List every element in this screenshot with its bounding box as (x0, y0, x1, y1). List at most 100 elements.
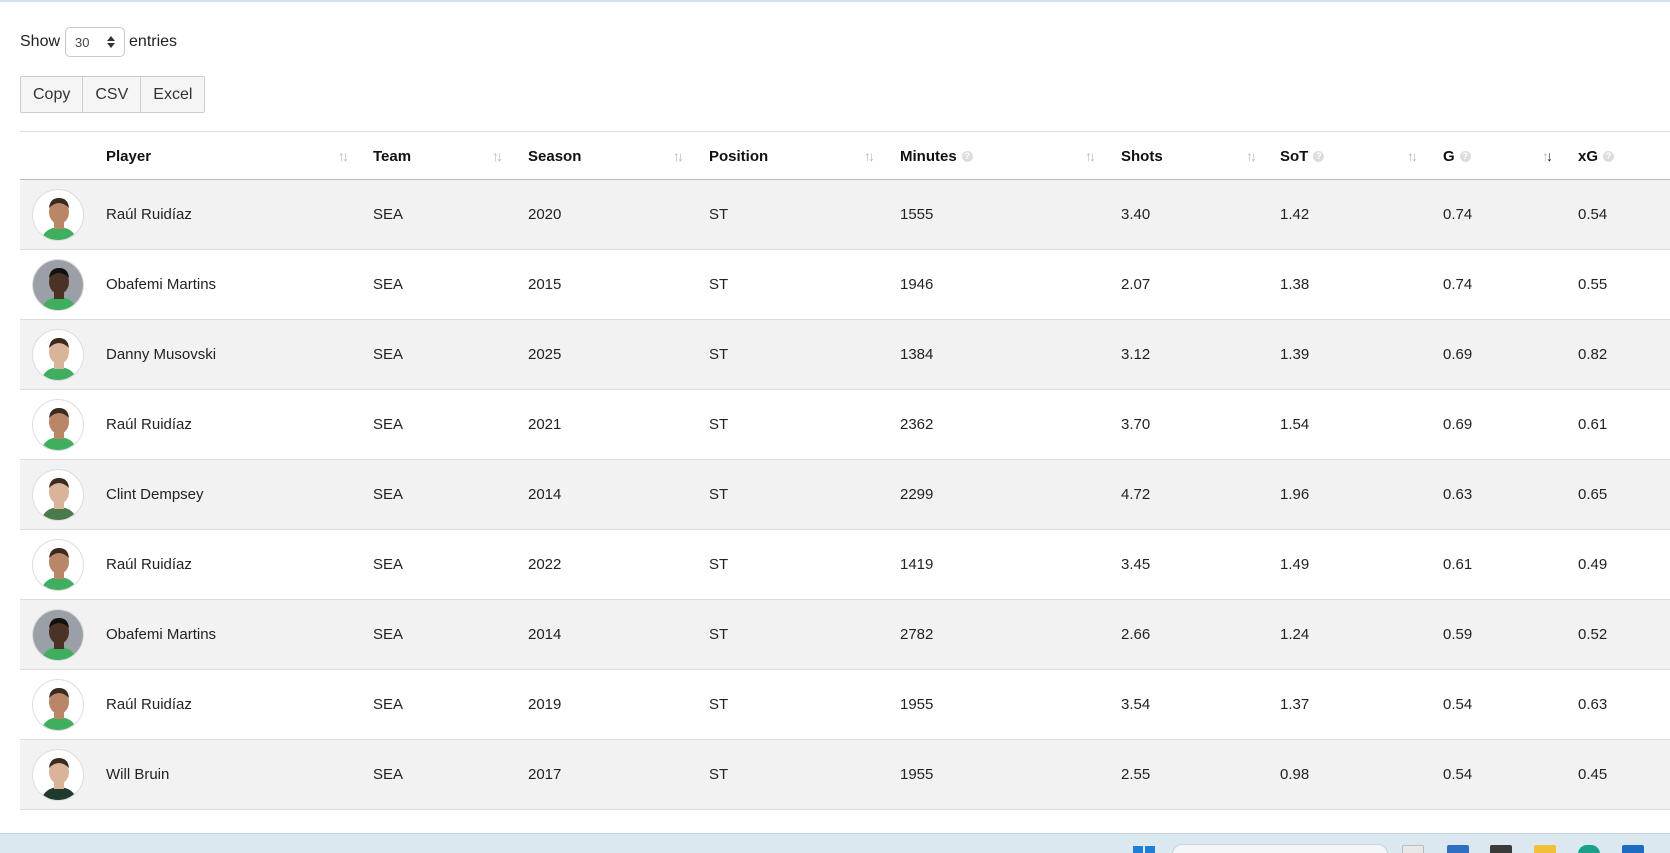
cell-player[interactable]: Raúl Ruidíaz (106, 180, 192, 249)
task-view-icon[interactable] (1402, 845, 1424, 853)
cell-xg: 0.65 (1578, 486, 1608, 503)
entries-select[interactable]: 30 (65, 27, 126, 57)
avatar-photo (33, 260, 83, 310)
sort-shots-icon[interactable]: ↑↓ (1246, 132, 1257, 180)
sort-position-icon[interactable]: ↑↓ (864, 132, 875, 180)
cell-team: SEA (373, 346, 404, 363)
sort-team-icon[interactable]: ↑↓ (492, 132, 503, 180)
edge-icon[interactable] (1578, 845, 1600, 853)
cell-season: 2017 (528, 766, 562, 783)
table-row: Danny Musovski SEA 2025 ST 1384 3.12 1.39 0.69 0… (20, 320, 1670, 390)
info-icon[interactable]: ? (1459, 150, 1471, 162)
cell-player[interactable]: Will Bruin (106, 740, 169, 809)
cell-player[interactable]: Raúl Ruidíaz (106, 670, 192, 739)
cell-g: 0.74 (1443, 276, 1473, 293)
cell-minutes: 1955 (900, 766, 934, 783)
cell-shots: 3.40 (1121, 206, 1151, 223)
header-sot[interactable]: SoT? (1280, 132, 1325, 180)
cell-minutes: 1946 (900, 276, 934, 293)
cell-position: ST (709, 696, 729, 713)
cell-minutes: 1955 (900, 696, 934, 713)
export-buttons: Copy CSV Excel (20, 76, 206, 113)
stats-table: Player ↑↓ Team ↑↓ Season ↑↓ Position ↑↓ … (20, 131, 1670, 810)
table-row: Obafemi Martins SEA 2015 ST 1946 2.07 1.38 0.74… (20, 250, 1670, 320)
avatar-photo (41, 688, 77, 730)
cell-sot: 1.38 (1280, 276, 1310, 293)
table-row: Raúl Ruidíaz SEA 2021 ST 2362 3.70 1.54 0.69 0.6… (20, 390, 1670, 460)
taskbar-search[interactable] (1172, 844, 1388, 853)
player-avatar (32, 749, 84, 801)
info-icon[interactable]: ? (961, 150, 973, 162)
cell-player[interactable]: Danny Musovski (106, 320, 216, 389)
sort-season-icon[interactable]: ↑↓ (673, 132, 684, 180)
cell-xg: 0.49 (1578, 556, 1608, 573)
cell-position: ST (709, 206, 729, 223)
header-season[interactable]: Season (528, 132, 581, 180)
player-avatar (32, 259, 84, 311)
table-row: Obafemi Martins SEA 2014 ST 2782 2.66 1.24 0.59… (20, 600, 1670, 670)
player-avatar (32, 329, 84, 381)
cell-g: 0.59 (1443, 626, 1473, 643)
excel-button[interactable]: Excel (141, 76, 206, 113)
avatar-photo (41, 198, 77, 240)
table-row: Raúl Ruidíaz SEA 2019 ST 1955 3.54 1.37 0.54 0.6… (20, 670, 1670, 740)
cell-season: 2015 (528, 276, 562, 293)
header-shots[interactable]: Shots (1121, 132, 1163, 180)
cell-player[interactable]: Obafemi Martins (106, 250, 216, 319)
table-row: Raúl Ruidíaz SEA 2020 ST 1555 3.40 1.42 0.74 0.5… (20, 180, 1670, 250)
cell-minutes: 2782 (900, 626, 934, 643)
cell-player[interactable]: Raúl Ruidíaz (106, 390, 192, 459)
header-g[interactable]: G? (1443, 132, 1471, 180)
player-avatar (32, 189, 84, 241)
cell-position: ST (709, 556, 729, 573)
cell-season: 2019 (528, 696, 562, 713)
player-avatar (32, 679, 84, 731)
cell-player[interactable]: Clint Dempsey (106, 460, 204, 529)
cell-minutes: 1555 (900, 206, 934, 223)
info-icon[interactable]: ? (1603, 150, 1615, 162)
cell-position: ST (709, 766, 729, 783)
copy-button[interactable]: Copy (20, 76, 84, 113)
cell-minutes: 1384 (900, 346, 934, 363)
header-team[interactable]: Team (373, 132, 411, 180)
os-taskbar (0, 833, 1670, 853)
windows-start-icon[interactable] (1133, 846, 1155, 853)
cell-team: SEA (373, 696, 404, 713)
sort-g-active-icon[interactable]: ↑ ↓ (1542, 132, 1553, 180)
cell-minutes: 2362 (900, 416, 934, 433)
store-icon[interactable] (1622, 845, 1644, 853)
cell-g: 0.69 (1443, 416, 1473, 433)
header-position[interactable]: Position (709, 132, 768, 180)
csv-button[interactable]: CSV (83, 76, 142, 113)
cell-sot: 1.54 (1280, 416, 1310, 433)
app-icon[interactable] (1447, 845, 1469, 853)
cell-sot: 0.98 (1280, 766, 1310, 783)
header-xg[interactable]: xG? (1578, 132, 1615, 180)
avatar-photo (41, 338, 77, 380)
cell-sot: 1.96 (1280, 486, 1310, 503)
cell-g: 0.54 (1443, 766, 1473, 783)
cell-minutes: 1419 (900, 556, 934, 573)
cell-sot: 1.42 (1280, 206, 1310, 223)
sort-player-icon[interactable]: ↑↓ (338, 132, 349, 180)
cell-player[interactable]: Raúl Ruidíaz (106, 530, 192, 599)
player-avatar (32, 609, 84, 661)
cell-player[interactable]: Obafemi Martins (106, 600, 216, 669)
sort-sot-icon[interactable]: ↑↓ (1407, 132, 1418, 180)
info-icon[interactable]: ? (1313, 150, 1325, 162)
cell-xg: 0.82 (1578, 346, 1608, 363)
folder-icon[interactable] (1534, 845, 1556, 853)
entries-label: entries (129, 33, 178, 50)
cell-xg: 0.61 (1578, 416, 1608, 433)
avatar-photo (41, 758, 77, 800)
header-player[interactable]: Player (106, 132, 151, 180)
cell-g: 0.69 (1443, 346, 1473, 363)
app-icon[interactable] (1490, 845, 1512, 853)
cell-sot: 1.24 (1280, 626, 1310, 643)
cell-position: ST (709, 486, 729, 503)
header-minutes[interactable]: Minutes? (900, 132, 973, 180)
cell-shots: 2.55 (1121, 766, 1151, 783)
sort-minutes-icon[interactable]: ↑↓ (1085, 132, 1096, 180)
cell-g: 0.54 (1443, 696, 1473, 713)
cell-xg: 0.52 (1578, 626, 1608, 643)
